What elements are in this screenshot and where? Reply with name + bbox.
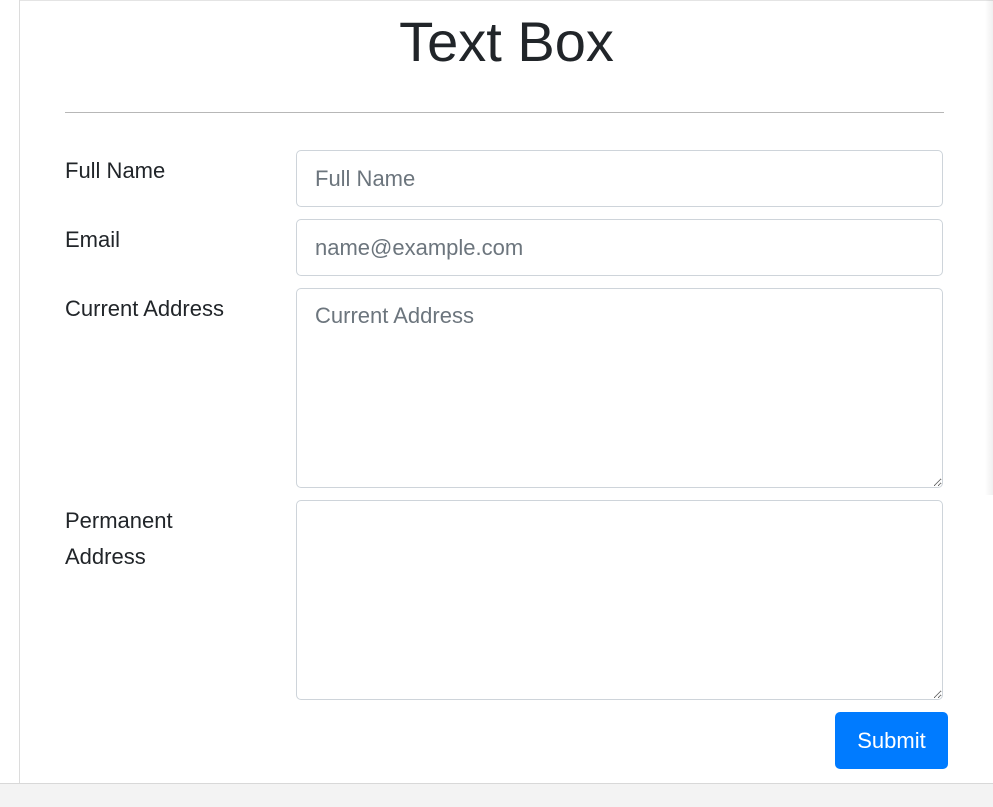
submit-button[interactable]: Submit xyxy=(835,712,948,769)
email-label: Email xyxy=(65,227,121,252)
permanent-address-textarea[interactable] xyxy=(296,500,943,700)
current-address-textarea[interactable] xyxy=(296,288,943,488)
email-input[interactable] xyxy=(296,219,943,276)
page-title: Text Box xyxy=(399,10,614,73)
current-address-label: Current Address xyxy=(65,296,224,321)
full-name-label: Full Name xyxy=(65,158,166,183)
permanent-address-label: Permanent Address xyxy=(65,508,173,569)
main-content: Text Box Full Name Email Current Address… xyxy=(20,1,993,783)
page-viewport: Text Box Full Name Email Current Address… xyxy=(0,0,993,807)
bottom-page-band xyxy=(0,783,993,807)
title-divider xyxy=(65,112,944,113)
full-name-input[interactable] xyxy=(296,150,943,207)
right-panel-shadow xyxy=(985,0,993,495)
left-sidebar-edge xyxy=(0,0,20,783)
